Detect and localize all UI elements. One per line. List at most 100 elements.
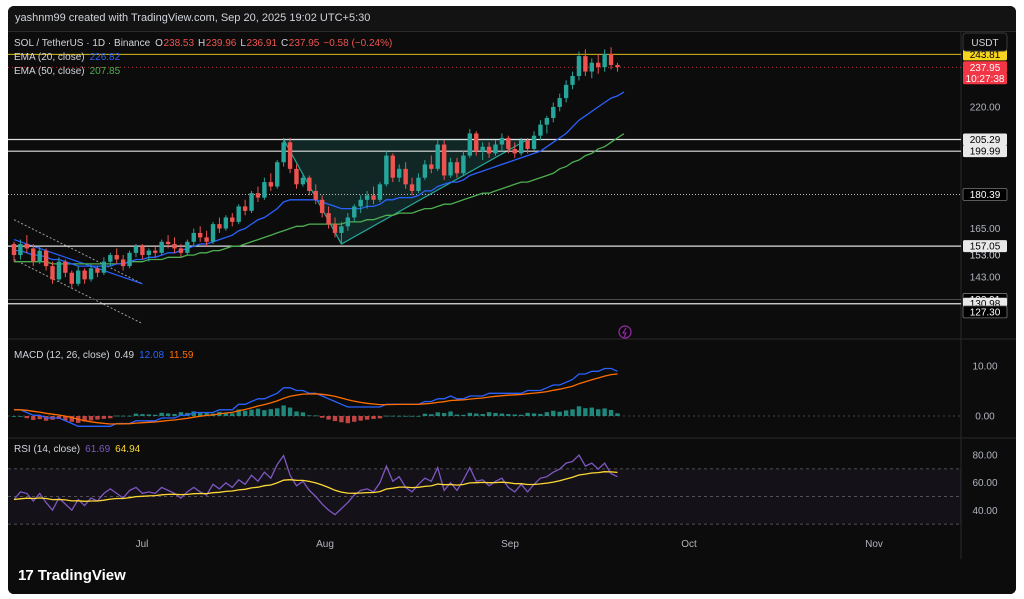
candle[interactable]	[287, 137, 293, 174]
candle-body	[608, 53, 614, 65]
candle[interactable]	[467, 129, 473, 158]
candle-body	[551, 106, 556, 118]
candle-body	[31, 248, 36, 262]
candle[interactable]	[185, 239, 190, 256]
macd-histogram-bar	[339, 416, 344, 423]
candle-body	[525, 140, 530, 149]
candle[interactable]	[127, 250, 132, 269]
lightning-alert-icon[interactable]	[618, 325, 632, 339]
candle[interactable]	[24, 235, 30, 253]
candle[interactable]	[615, 62, 620, 72]
candle[interactable]	[262, 177, 267, 200]
candle[interactable]	[563, 80, 569, 103]
macd-histogram-bar	[570, 409, 575, 416]
candle[interactable]	[140, 244, 145, 260]
currency-button[interactable]: USDT	[962, 32, 1008, 52]
candle[interactable]	[11, 241, 17, 262]
ema20-value: 226.82	[90, 52, 121, 63]
chart-footer: 17 TradingView	[8, 559, 1016, 594]
candle[interactable]	[56, 257, 62, 282]
candle[interactable]	[544, 115, 550, 134]
candle[interactable]	[172, 237, 177, 253]
open-label: O	[155, 38, 163, 49]
candle[interactable]	[576, 51, 582, 81]
tradingview-logo-icon: 17	[18, 567, 34, 584]
candle-body	[377, 184, 383, 200]
candle[interactable]	[255, 186, 261, 202]
candle[interactable]	[551, 102, 556, 123]
time-axis: Jul Aug Sep Oct Nov	[136, 539, 883, 550]
candle-body	[596, 62, 601, 68]
candle[interactable]	[435, 140, 440, 172]
candle[interactable]	[223, 215, 229, 231]
candle-body	[557, 98, 562, 107]
candle[interactable]	[120, 255, 126, 271]
candle-body	[101, 261, 107, 273]
candle-body	[120, 259, 126, 267]
candle[interactable]	[608, 47, 614, 70]
tradingview-logo[interactable]: 17 TradingView	[18, 567, 126, 584]
price-tick-label: 165.00	[970, 224, 1001, 235]
candle[interactable]	[76, 266, 81, 286]
rsi-pane: 80.00 60.00 40.00 RSI (14, close) 61.69 64.94	[8, 444, 998, 525]
candle-body	[454, 162, 460, 174]
candle-body	[531, 135, 537, 149]
macd-histogram-bar	[371, 416, 376, 419]
candle[interactable]	[268, 173, 273, 191]
candle[interactable]	[294, 164, 299, 189]
macd-histogram-bar	[512, 414, 517, 416]
candle[interactable]	[230, 213, 235, 227]
candle[interactable]	[191, 228, 196, 247]
candle[interactable]	[602, 49, 607, 72]
candle[interactable]	[114, 248, 119, 264]
candle[interactable]	[242, 199, 248, 216]
candle[interactable]	[197, 226, 203, 242]
macd-histogram-bar	[557, 411, 562, 416]
candle-body	[165, 241, 171, 244]
candle[interactable]	[589, 58, 594, 79]
candle-body	[153, 250, 158, 253]
macd-histogram-bar	[602, 408, 607, 416]
candle[interactable]	[307, 175, 312, 196]
candle[interactable]	[63, 259, 68, 278]
price-label-plain: 153.00	[970, 251, 1001, 262]
candle[interactable]	[275, 160, 280, 189]
macd-histogram-bar	[615, 413, 620, 416]
candle[interactable]	[583, 49, 588, 76]
candle[interactable]	[249, 190, 254, 214]
candle[interactable]	[236, 204, 241, 225]
price-tick-label: 143.00	[970, 273, 1001, 284]
candle-body	[576, 56, 582, 76]
candle[interactable]	[570, 71, 575, 90]
candle-body	[563, 84, 569, 99]
candle[interactable]	[82, 268, 87, 284]
candle[interactable]	[69, 270, 74, 289]
macd-histogram-bar	[249, 409, 254, 416]
candle[interactable]	[377, 182, 383, 202]
price-chart[interactable]: 220.00165.00143.00243.81237.9510:27:3820…	[8, 6, 1016, 559]
candle[interactable]	[384, 151, 389, 187]
macd-histogram-bar	[114, 415, 119, 417]
macd-histogram-bar	[300, 412, 306, 416]
candle[interactable]	[531, 131, 537, 152]
candle[interactable]	[159, 239, 164, 256]
macd-histogram-bar	[313, 415, 318, 417]
macd-histogram-bar	[268, 409, 273, 416]
candle[interactable]	[101, 257, 107, 275]
candle[interactable]	[210, 221, 216, 244]
candle[interactable]	[50, 261, 55, 284]
candle[interactable]	[557, 93, 562, 112]
candle[interactable]	[538, 120, 543, 141]
candle[interactable]	[518, 137, 524, 156]
candle-body	[397, 168, 402, 178]
candle[interactable]	[441, 140, 447, 180]
candle[interactable]	[217, 217, 222, 233]
candle-body	[210, 224, 216, 242]
time-tick-label: Oct	[681, 539, 697, 550]
currency-button-label[interactable]: USDT	[971, 38, 998, 49]
candle[interactable]	[43, 248, 49, 271]
alert-icon-bolt[interactable]	[622, 327, 627, 338]
candle[interactable]	[596, 53, 601, 74]
candle[interactable]	[153, 246, 158, 258]
price-label-white: 199.99	[963, 145, 1007, 158]
